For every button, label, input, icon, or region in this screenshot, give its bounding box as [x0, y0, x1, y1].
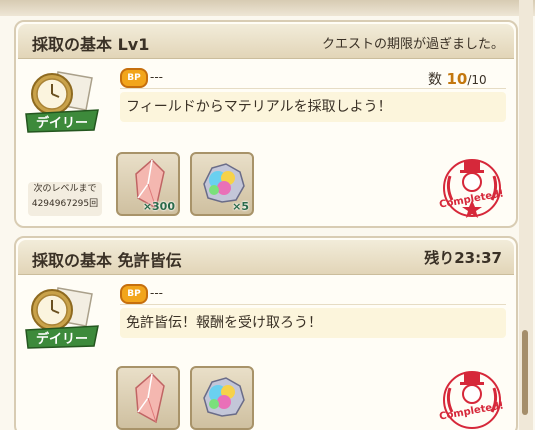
- quest-list-panel: 採取の基本 Lv1 クエストの期限が過ぎました。 デイリー BP --- 数 1…: [0, 0, 535, 430]
- next-level-value: 4294967295回: [31, 199, 99, 209]
- bp-icon: BP: [120, 284, 148, 304]
- quest-description: 免許皆伝！報酬を受け取ろう！: [120, 308, 506, 338]
- reward-slot-ore[interactable]: ×5: [190, 152, 254, 216]
- reward-qty: ×5: [232, 200, 249, 213]
- divider: [120, 304, 506, 305]
- completed-stamp-icon: Completed!: [438, 371, 505, 429]
- count-max: /10: [467, 73, 487, 87]
- divider: [120, 88, 506, 89]
- quest-title: 採取の基本 免許皆伝: [32, 251, 182, 270]
- progress-count: 数 10/10: [428, 69, 487, 89]
- reward-qty: ×300: [142, 200, 175, 213]
- quest-card[interactable]: 採取の基本 免許皆伝 残り23:37 デイリー BP --- 免許皆伝！報酬を受…: [14, 236, 518, 430]
- reward-slot-crystal[interactable]: ×300: [116, 152, 180, 216]
- completed-stamp-icon: Completed!: [438, 159, 505, 218]
- next-level-info: 次のレベルまで 4294967295回: [28, 182, 102, 216]
- rainbow-ore-icon: [203, 377, 245, 417]
- next-level-label: 次のレベルまで: [33, 184, 97, 194]
- quest-description: フィールドからマテリアルを採取しよう！: [120, 92, 506, 122]
- bp-icon: BP: [120, 68, 148, 88]
- daily-badge-label: デイリー: [36, 115, 88, 131]
- quest-title: 採取の基本 Lv1: [32, 35, 150, 54]
- daily-badge-label: デイリー: [36, 331, 88, 347]
- quest-expired-status: クエストの期限が過ぎました。: [321, 37, 504, 52]
- scrollbar-thumb[interactable]: [522, 330, 528, 415]
- quest-card[interactable]: 採取の基本 Lv1 クエストの期限が過ぎました。 デイリー BP --- 数 1…: [14, 20, 518, 228]
- quest-card-header: 採取の基本 Lv1 クエストの期限が過ぎました。: [18, 24, 514, 59]
- bp-value: ---: [150, 70, 163, 84]
- crystal-shard-icon: [135, 372, 165, 424]
- count-label: 数: [428, 72, 442, 88]
- scrollbar[interactable]: [519, 0, 533, 430]
- reward-slot-crystal[interactable]: [116, 366, 180, 430]
- count-current: 10: [446, 70, 468, 88]
- reward-slot-ore[interactable]: [190, 366, 254, 430]
- panel-top-edge: [0, 0, 535, 16]
- bp-value: ---: [150, 286, 163, 300]
- daily-clock-badge-icon: デイリー: [25, 287, 99, 349]
- quest-time-remaining: 残り23:37: [424, 249, 502, 267]
- quest-card-header: 採取の基本 免許皆伝 残り23:37: [18, 240, 514, 275]
- daily-clock-badge-icon: デイリー: [25, 71, 99, 133]
